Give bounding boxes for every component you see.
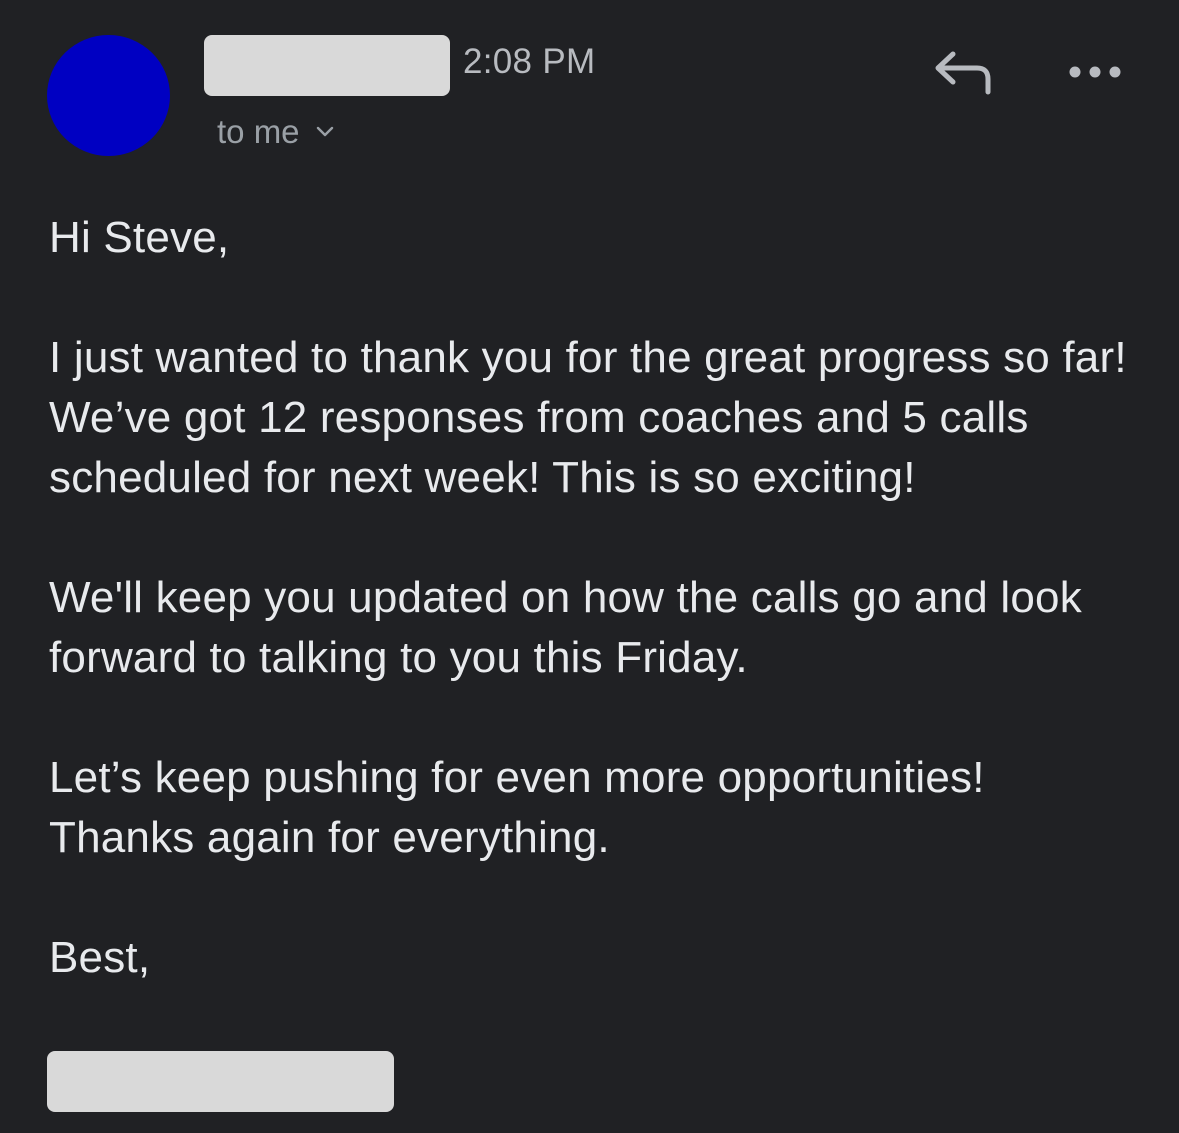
reply-icon[interactable]: [931, 46, 995, 98]
paragraph-progress: I just wanted to thank you for the great…: [49, 333, 1140, 502]
paragraph-opportunities: Let’s keep pushing for even more opportu…: [49, 753, 985, 802]
chevron-down-icon: [316, 126, 333, 137]
more-options-icon[interactable]: [1064, 54, 1126, 90]
message-body: Hi Steve, I just wanted to thank you for…: [49, 208, 1159, 988]
closing: Best,: [49, 933, 151, 982]
message-time: 2:08 PM: [463, 42, 596, 81]
greeting: Hi Steve,: [49, 213, 230, 262]
paragraph-updates: We'll keep you updated on how the calls …: [49, 573, 1095, 682]
recipient-details-toggle[interactable]: to me: [217, 110, 336, 154]
sender-avatar[interactable]: [47, 35, 170, 156]
redacted-signature: [47, 1051, 394, 1112]
paragraph-thanks: Thanks again for everything.: [49, 813, 610, 862]
recipient-label: to me: [217, 113, 300, 150]
redacted-sender-name[interactable]: [204, 35, 450, 96]
